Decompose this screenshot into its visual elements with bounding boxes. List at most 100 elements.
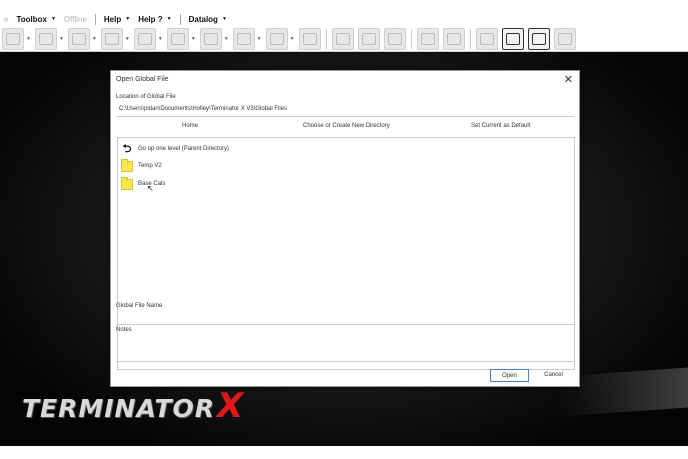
list-item-label: Temp V2 xyxy=(138,163,162,169)
fuel-rail-icon[interactable] xyxy=(265,27,288,50)
chevron-down-icon[interactable]: ▼ xyxy=(59,36,64,42)
ecg-icon-glyph xyxy=(505,32,520,45)
chevron-down-icon[interactable]: ▼ xyxy=(257,36,262,42)
fuel-rail-icon-glyph xyxy=(269,32,284,45)
open-global-file-dialog: Open Global File ✕ Location of Global Fi… xyxy=(110,70,580,387)
dialog-title: Open Global File xyxy=(116,76,169,83)
list-item-label: Go up one level (Parent Directory) xyxy=(138,146,230,152)
gauge-icon[interactable] xyxy=(34,27,57,50)
chevron-down-icon[interactable]: ▼ xyxy=(125,36,130,42)
cancel-button[interactable]: Cancel xyxy=(535,369,572,380)
menu-help-question[interactable]: Help ? ▼ xyxy=(134,15,175,24)
home-link[interactable]: Home xyxy=(182,123,198,129)
chevron-down-icon[interactable]: ▼ xyxy=(191,36,196,42)
menu-help-label: Help xyxy=(103,14,122,24)
terminator-x-logo: TERMINATORX xyxy=(22,386,244,426)
graph-icon-glyph xyxy=(387,32,402,45)
spark-icon[interactable] xyxy=(232,27,255,50)
monitor-icon[interactable] xyxy=(416,27,439,50)
tape-icon[interactable] xyxy=(475,27,498,50)
grid-icon-glyph xyxy=(361,32,376,45)
graph-icon[interactable] xyxy=(383,27,406,50)
location-label: Location of Global File xyxy=(116,94,176,100)
spark-icon-glyph xyxy=(236,32,251,45)
monitor-icon-glyph xyxy=(420,32,435,45)
chevron-down-icon[interactable]: ▼ xyxy=(224,36,229,42)
location-divider xyxy=(116,116,574,117)
chevron-down-icon: ▼ xyxy=(166,16,172,22)
menu-datalog[interactable]: Datalog ▼ xyxy=(185,15,231,24)
plug-icon[interactable] xyxy=(2,27,24,50)
chevron-down-icon[interactable]: ▼ xyxy=(26,36,31,42)
copy-icon[interactable] xyxy=(331,27,354,50)
edit-icon-glyph xyxy=(446,32,461,45)
close-icon[interactable]: ✕ xyxy=(564,73,573,86)
mouse-cursor-icon: ↖ xyxy=(147,184,154,193)
notes-label: Notes xyxy=(116,327,132,333)
toolbar-separator xyxy=(469,28,471,49)
menu-help-question-label: Help ? xyxy=(138,14,163,24)
up-arrow-icon: ⮌ xyxy=(122,142,132,155)
file-list[interactable]: ⮌ Go up one level (Parent Directory) Tem… xyxy=(117,137,575,370)
menu-separator xyxy=(179,13,181,25)
notes-input[interactable] xyxy=(116,337,574,359)
chevron-down-icon[interactable]: ▼ xyxy=(92,36,97,42)
notes-underline xyxy=(116,361,574,362)
list-icon[interactable] xyxy=(527,27,550,50)
chevron-down-icon: ▼ xyxy=(221,16,227,22)
tape-icon-glyph xyxy=(479,32,494,45)
joystick-icon[interactable] xyxy=(166,27,189,50)
list-icon-glyph xyxy=(531,32,546,45)
filename-label: Global File Name xyxy=(116,303,163,309)
sensor-icon[interactable] xyxy=(133,27,156,50)
gauge-icon-glyph xyxy=(38,32,53,45)
bottom-strip xyxy=(0,446,688,459)
menu-toolbox[interactable]: Toolbox ▼ xyxy=(12,15,59,24)
filename-input[interactable] xyxy=(116,312,574,323)
menu-toolbox-label: Toolbox xyxy=(16,14,47,24)
wrench-icon[interactable] xyxy=(67,27,90,50)
plug-icon-glyph xyxy=(6,32,20,45)
top-strip xyxy=(0,0,688,12)
chevron-down-icon: ▼ xyxy=(50,16,56,22)
sensor-icon-glyph xyxy=(137,32,152,45)
menu-bar: e Toolbox ▼ Offline Help ▼ Help ? ▼ Data… xyxy=(0,12,688,26)
ramp-icon-glyph xyxy=(302,32,317,45)
wrench-icon-glyph xyxy=(71,32,86,45)
table-icon[interactable] xyxy=(100,27,123,50)
menu-help[interactable]: Help ▼ xyxy=(100,15,134,24)
copy-icon-glyph xyxy=(335,32,350,45)
choose-directory-link[interactable]: Choose or Create New Directory xyxy=(303,123,390,129)
injector-icon-glyph xyxy=(203,32,218,45)
ramp-icon[interactable] xyxy=(298,27,321,50)
menu-datalog-label: Datalog xyxy=(188,14,218,24)
toolbar: ▼ ▼ ▼ ▼ ▼ ▼ ▼ ▼ ▼ xyxy=(0,26,688,52)
location-path: C:\Users\pldan\Documents\Holley\Terminat… xyxy=(119,106,288,112)
open-button[interactable]: Open xyxy=(490,369,529,382)
menu-edge-fragment: e xyxy=(4,14,9,24)
chevron-down-icon: ▼ xyxy=(125,16,131,22)
toolbar-separator xyxy=(410,28,412,49)
folder-icon xyxy=(121,158,133,172)
directory-links: Home Choose or Create New Directory Set … xyxy=(116,123,574,133)
toolbar-separator xyxy=(325,28,327,49)
folder-icon xyxy=(121,176,133,190)
split-icon-glyph xyxy=(557,32,572,45)
chevron-down-icon[interactable]: ▼ xyxy=(290,36,295,42)
logo-text: TERMINATOR xyxy=(22,394,215,423)
grid-icon[interactable] xyxy=(357,27,380,50)
joystick-icon-glyph xyxy=(170,32,185,45)
list-item-parent-directory[interactable]: ⮌ Go up one level (Parent Directory) xyxy=(121,142,229,156)
table-icon-glyph xyxy=(104,32,119,45)
edit-icon[interactable] xyxy=(442,27,465,50)
split-icon[interactable] xyxy=(553,27,576,50)
list-item-temp-v2[interactable]: Temp V2 xyxy=(121,158,162,173)
ecg-icon[interactable] xyxy=(501,27,524,50)
chevron-down-icon[interactable]: ▼ xyxy=(158,36,163,42)
set-default-link[interactable]: Set Current as Default xyxy=(471,123,530,129)
menu-separator xyxy=(94,13,96,25)
injector-icon[interactable] xyxy=(199,27,222,50)
filename-underline xyxy=(116,324,574,325)
list-item-base-cals[interactable]: Base Cals xyxy=(121,176,165,191)
logo-x: X xyxy=(217,386,245,426)
